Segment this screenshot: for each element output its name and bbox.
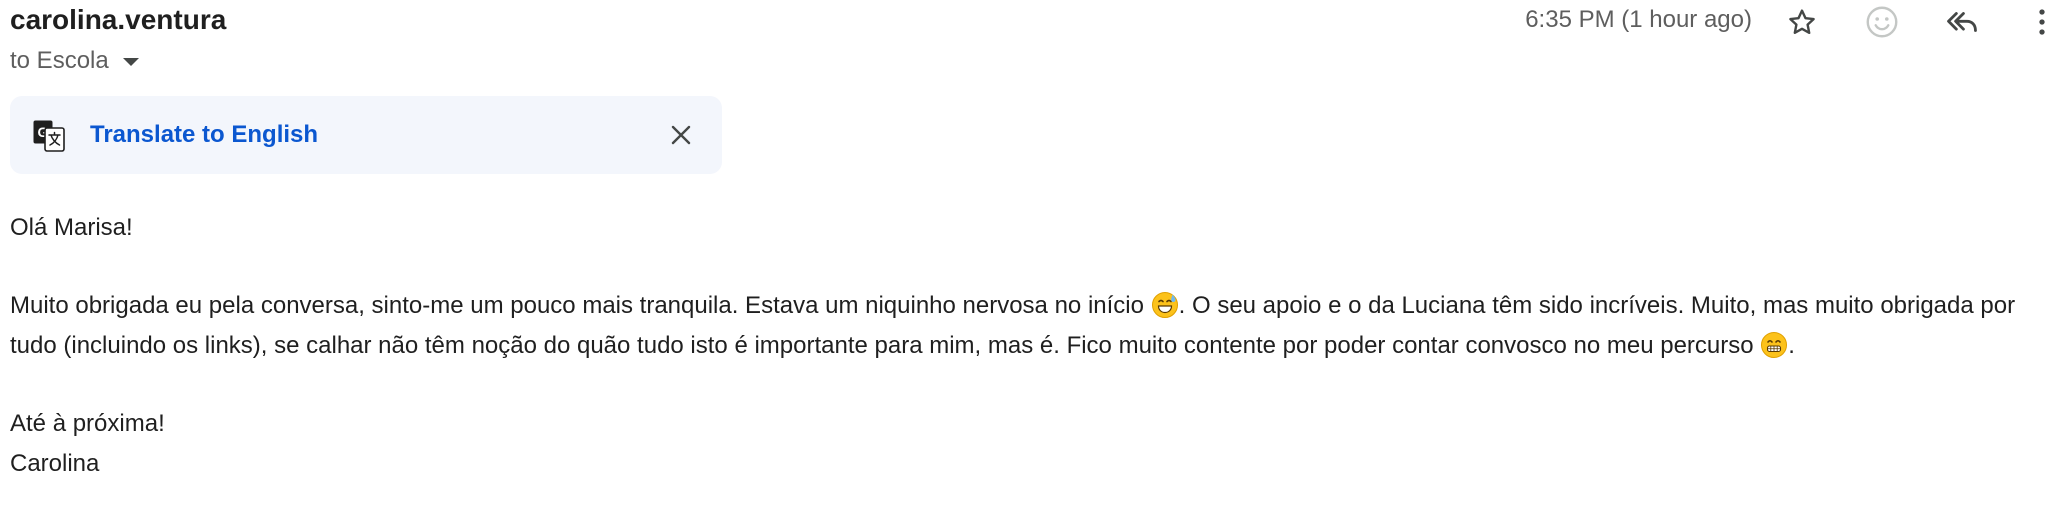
star-button[interactable] xyxy=(1780,0,1824,44)
paragraph-text-part-3: . xyxy=(1788,332,1795,359)
message-timestamp: 6:35 PM (1 hour ago) xyxy=(1525,6,1752,33)
more-vert-icon xyxy=(2039,9,2045,35)
star-icon xyxy=(1789,9,1815,34)
translate-banner: G Translate to English xyxy=(10,96,722,174)
add-reaction-button[interactable] xyxy=(1860,0,1904,44)
reply-all-icon xyxy=(1947,12,1977,32)
more-options-button[interactable] xyxy=(2020,0,2064,44)
reply-all-button[interactable] xyxy=(1940,0,1984,44)
grimacing-face-emoji xyxy=(1761,332,1788,358)
translate-link[interactable]: Translate to English xyxy=(90,118,318,152)
add-reaction-icon xyxy=(1866,6,1898,38)
greeting-line: Olá Marisa! xyxy=(10,214,133,241)
caret-down-icon xyxy=(122,58,139,66)
grinning-face-with-sweat-emoji xyxy=(1151,292,1178,318)
close-translate-button[interactable] xyxy=(662,116,700,154)
closing-text: Até à próxima! xyxy=(10,410,165,437)
closing-line: Até à próxima! Carolina xyxy=(10,404,2065,484)
recipient-label: to Escola xyxy=(10,47,109,74)
paragraph-text-part-1: Muito obrigada eu pela conversa, sinto-m… xyxy=(10,292,1151,319)
recipient-details-toggle[interactable]: to Escola xyxy=(10,44,139,78)
signature: Carolina xyxy=(10,450,100,477)
message-paragraph: Muito obrigada eu pela conversa, sinto-m… xyxy=(10,286,2065,366)
sender-name[interactable]: carolina.ventura xyxy=(10,2,226,38)
message-body: Olá Marisa! Muito obrigada eu pela conve… xyxy=(10,208,2065,484)
translate-icon: G xyxy=(33,120,65,152)
close-icon xyxy=(671,125,691,145)
